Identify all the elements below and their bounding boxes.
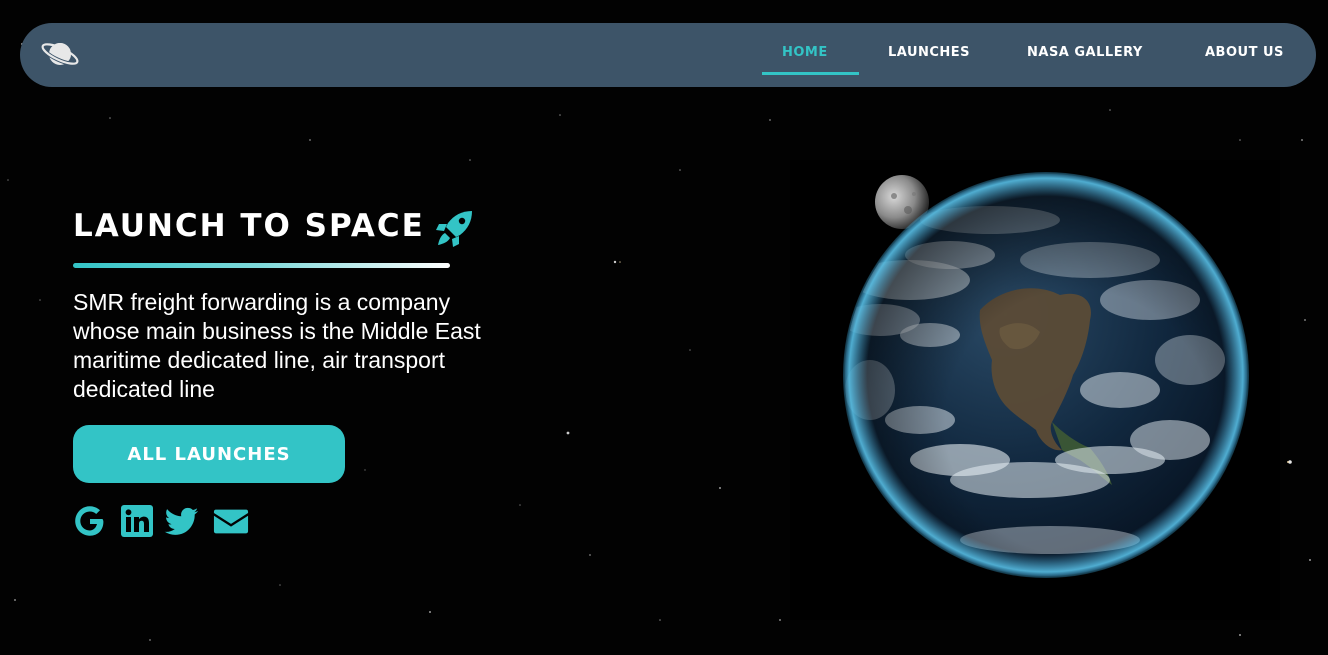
nav-item-launches[interactable]: LAUNCHES xyxy=(888,45,970,60)
nav-item-home[interactable]: HOME xyxy=(782,45,828,60)
earth-image xyxy=(790,160,1280,620)
hero-title: LAUNCH TO SPACE xyxy=(73,208,425,244)
twitter-icon[interactable] xyxy=(164,503,200,539)
all-launches-button[interactable]: ALL LAUNCHES xyxy=(73,425,345,483)
nav-item-nasa-gallery[interactable]: NASA GALLERY xyxy=(1027,45,1143,60)
title-underline xyxy=(73,263,450,268)
nav-item-about-us[interactable]: ABOUT US xyxy=(1205,45,1284,60)
rocket-icon xyxy=(436,211,472,247)
page: HOME LAUNCHES NASA GALLERY ABOUT US LAUN… xyxy=(0,0,1328,655)
saturn-icon[interactable] xyxy=(40,36,80,72)
active-nav-indicator xyxy=(762,72,859,75)
envelope-icon[interactable] xyxy=(213,503,249,539)
hero-description: SMR freight forwarding is a company whos… xyxy=(73,289,481,402)
navbar: HOME LAUNCHES NASA GALLERY ABOUT US xyxy=(20,23,1316,87)
linkedin-icon[interactable] xyxy=(119,503,155,539)
google-icon[interactable] xyxy=(72,503,108,539)
